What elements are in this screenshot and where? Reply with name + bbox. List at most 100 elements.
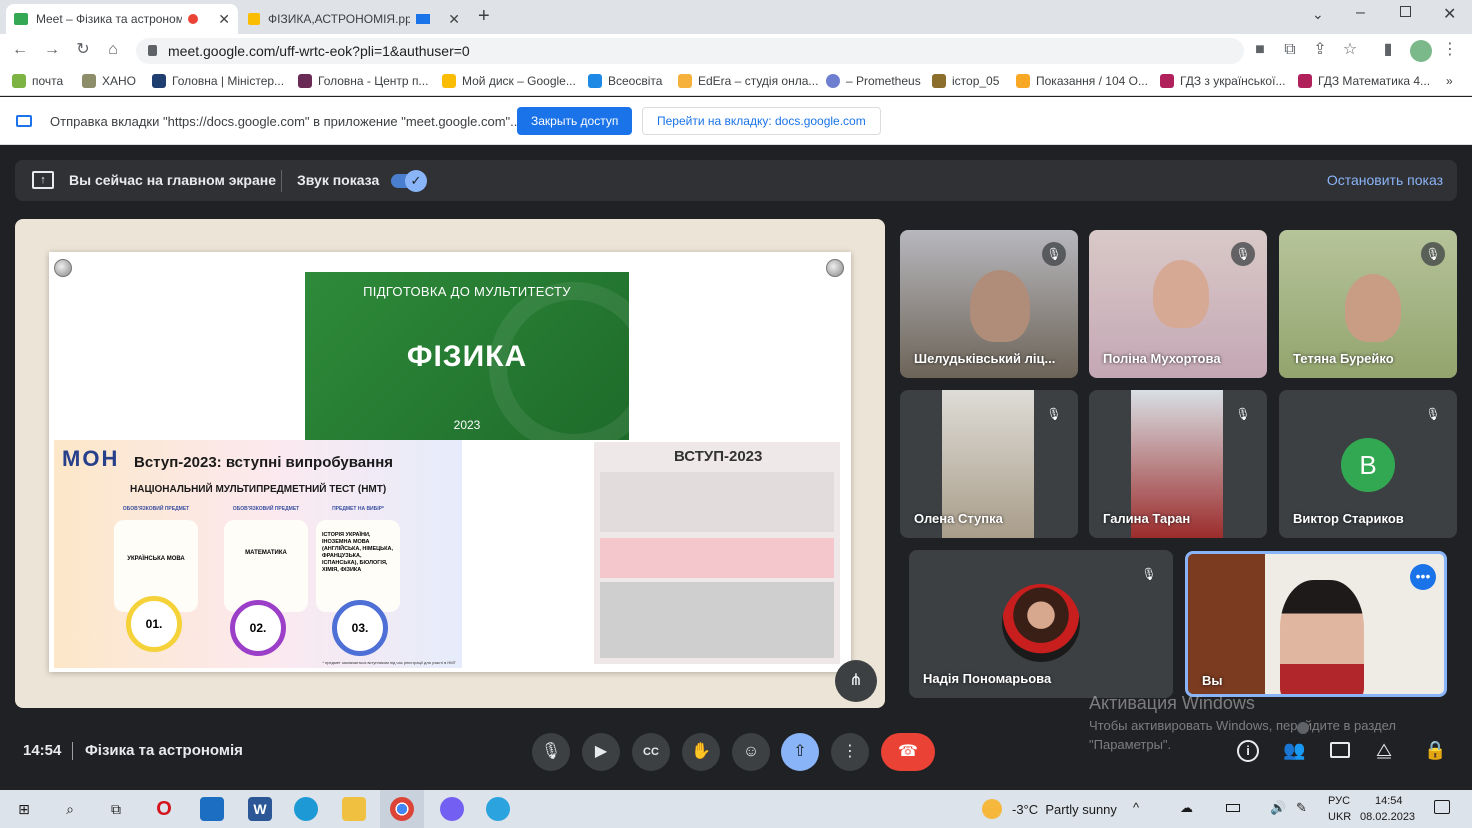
slide-title-big: ФІЗИКА: [406, 340, 528, 373]
more-bookmarks-button[interactable]: »: [1446, 74, 1453, 88]
share-icon[interactable]: ⇪: [1310, 40, 1330, 60]
edge-icon[interactable]: [294, 797, 318, 821]
bookmark-item[interactable]: Мой диск – Google...: [442, 74, 576, 88]
activities-icon[interactable]: ⧋: [1376, 740, 1392, 761]
participant-name: Галина Таран: [1103, 511, 1191, 526]
tray-chevron-icon[interactable]: ^: [1133, 800, 1139, 815]
notifications-icon[interactable]: [1434, 800, 1450, 814]
leave-call-button[interactable]: ☎: [881, 733, 935, 771]
captions-button[interactable]: CC: [632, 733, 670, 771]
windows-start-icon[interactable]: ⊞: [12, 797, 36, 821]
raise-hand-button[interactable]: ✋: [682, 733, 720, 771]
file-explorer-icon[interactable]: [342, 797, 366, 821]
microphone-button[interactable]: 🎙: [532, 733, 570, 771]
camera-button[interactable]: ▶: [582, 733, 620, 771]
reload-icon[interactable]: ↻: [73, 40, 93, 60]
participant-tile[interactable]: 🎙 Шелудьківський ліц...: [900, 230, 1078, 378]
sound-toggle[interactable]: ✓: [391, 170, 427, 192]
participant-name: Вы: [1202, 673, 1223, 688]
bookmark-item[interactable]: EdEra – студія онла...: [678, 74, 818, 88]
new-tab-button[interactable]: +: [478, 5, 490, 28]
participant-tile[interactable]: 🎙 Галина Таран: [1089, 390, 1267, 538]
minimize-icon[interactable]: –: [1356, 4, 1365, 22]
mon-logo: МОН: [62, 446, 120, 471]
slide-title-small: ПІДГОТОВКА ДО МУЛЬТИТЕСТУ: [363, 284, 571, 299]
battery-icon[interactable]: [1226, 804, 1240, 812]
presenting-bar: ↑ Вы сейчас на главном экране Звук показ…: [15, 160, 1457, 201]
close-access-button[interactable]: Закрыть доступ: [517, 107, 633, 135]
side-panel-icon[interactable]: ▮: [1378, 40, 1398, 60]
bookmark-item[interactable]: – Prometheus: [826, 74, 921, 88]
back-icon[interactable]: ←: [10, 40, 30, 60]
more-options-button[interactable]: ⋮: [831, 733, 869, 771]
bookmark-item[interactable]: Головна | Міністер...: [152, 74, 284, 88]
network-icon[interactable]: ☁: [1180, 800, 1193, 816]
task-view-icon[interactable]: ⧉: [104, 797, 128, 821]
forward-icon[interactable]: →: [42, 40, 62, 60]
bookmark-item[interactable]: ГДЗ Математика 4...: [1298, 74, 1430, 88]
search-icon[interactable]: ⌕: [58, 797, 82, 821]
bookmark-item[interactable]: Головна - Центр п...: [298, 74, 428, 88]
bookmark-item[interactable]: Всеосвіта: [588, 74, 662, 88]
meeting-info-icon[interactable]: i: [1237, 740, 1259, 762]
mail-icon[interactable]: [200, 797, 224, 821]
close-tab-icon[interactable]: ✕: [448, 11, 460, 28]
participant-tile[interactable]: B 🎙 Виктор Стариков: [1279, 390, 1457, 538]
present-button[interactable]: ⇧: [781, 733, 819, 771]
home-icon[interactable]: ⌂: [103, 40, 123, 60]
self-tile[interactable]: ••• Вы: [1185, 551, 1447, 697]
bookmark-item[interactable]: ГДЗ з української...: [1160, 74, 1285, 88]
telegram-icon[interactable]: [486, 797, 510, 821]
open-in-icon[interactable]: ⧉: [1280, 40, 1300, 60]
video-feed: [1345, 274, 1401, 342]
close-tab-icon[interactable]: ✕: [218, 11, 230, 28]
volume-icon[interactable]: 🔊: [1270, 800, 1286, 816]
participant-tile[interactable]: 🎙 Тетяна Бурейко: [1279, 230, 1457, 378]
share-fab-button[interactable]: ⋔: [835, 660, 877, 702]
slide-year: 2023: [453, 418, 481, 432]
word-icon[interactable]: W: [248, 797, 272, 821]
toggle-check-icon: ✓: [405, 170, 427, 192]
camera-indicator-icon[interactable]: ■: [1250, 40, 1270, 60]
host-controls-icon[interactable]: 🔒: [1424, 740, 1446, 761]
infobar-text: Отправка вкладки "https://docs.google.co…: [50, 114, 521, 129]
pen-icon[interactable]: ✎: [1296, 800, 1307, 816]
right-heading: ВСТУП-2023: [674, 448, 763, 465]
participant-tile[interactable]: 🎙 Поліна Мухортова: [1089, 230, 1267, 378]
address-bar[interactable]: meet.google.com/uff-wrtc-eok?pli=1&authu…: [136, 38, 1244, 64]
presentation-area: ПІДГОТОВКА ДО МУЛЬТИТЕСТУ ФІЗИКА 2023 МО…: [15, 219, 885, 708]
bookmark-item[interactable]: почта: [12, 74, 63, 88]
opera-icon[interactable]: O: [152, 797, 176, 821]
menu-kebab-icon[interactable]: ⋮: [1440, 40, 1460, 60]
card-text: УКРАЇНСЬКА МОВА: [127, 556, 185, 562]
bookmark-item[interactable]: істор_05: [932, 74, 999, 88]
chat-icon[interactable]: [1330, 742, 1350, 758]
language-top[interactable]: РУС: [1328, 795, 1350, 807]
viber-icon[interactable]: [440, 797, 464, 821]
participant-name: Надія Пономарьова: [923, 671, 1052, 686]
slide: ПІДГОТОВКА ДО МУЛЬТИТЕСТУ ФІЗИКА 2023 МО…: [49, 252, 851, 672]
people-icon[interactable]: 👥: [1283, 740, 1305, 761]
participant-tile[interactable]: 🎙 Надія Пономарьова: [909, 550, 1173, 698]
bookmark-star-icon[interactable]: ☆: [1340, 40, 1360, 60]
profile-avatar[interactable]: [1410, 40, 1432, 62]
bookmark-item[interactable]: ХАНО: [82, 74, 136, 88]
clock-time[interactable]: 14:54: [1375, 795, 1403, 807]
weather-text[interactable]: -3°C Partly sunny: [1012, 802, 1117, 817]
language-bottom[interactable]: UKR: [1328, 811, 1351, 823]
more-options-icon[interactable]: •••: [1410, 564, 1436, 590]
restore-icon[interactable]: [1400, 6, 1411, 17]
clock-date[interactable]: 08.02.2023: [1360, 811, 1415, 823]
tab-meet[interactable]: Meet – Фізика та астрономі ✕: [6, 4, 238, 34]
goto-tab-button[interactable]: Перейти на вкладку: docs.google.com: [642, 107, 881, 135]
chrome-icon[interactable]: [390, 797, 414, 821]
emoji-button[interactable]: ☺: [732, 733, 770, 771]
participant-tile[interactable]: 🎙 Олена Ступка: [900, 390, 1078, 538]
bookmark-item[interactable]: Показання / 104 О...: [1016, 74, 1148, 88]
close-window-icon[interactable]: ✕: [1443, 4, 1456, 24]
tab-slides[interactable]: ФІЗИКА,АСТРОНОМІЯ.pptx ✕: [240, 4, 468, 34]
meet-favicon-icon: [14, 13, 28, 25]
tab-search-icon[interactable]: ⌄: [1312, 6, 1324, 23]
stop-presenting-button[interactable]: Остановить показ: [1327, 172, 1443, 188]
slide-title-block: ПІДГОТОВКА ДО МУЛЬТИТЕСТУ ФІЗИКА 2023: [305, 272, 629, 440]
